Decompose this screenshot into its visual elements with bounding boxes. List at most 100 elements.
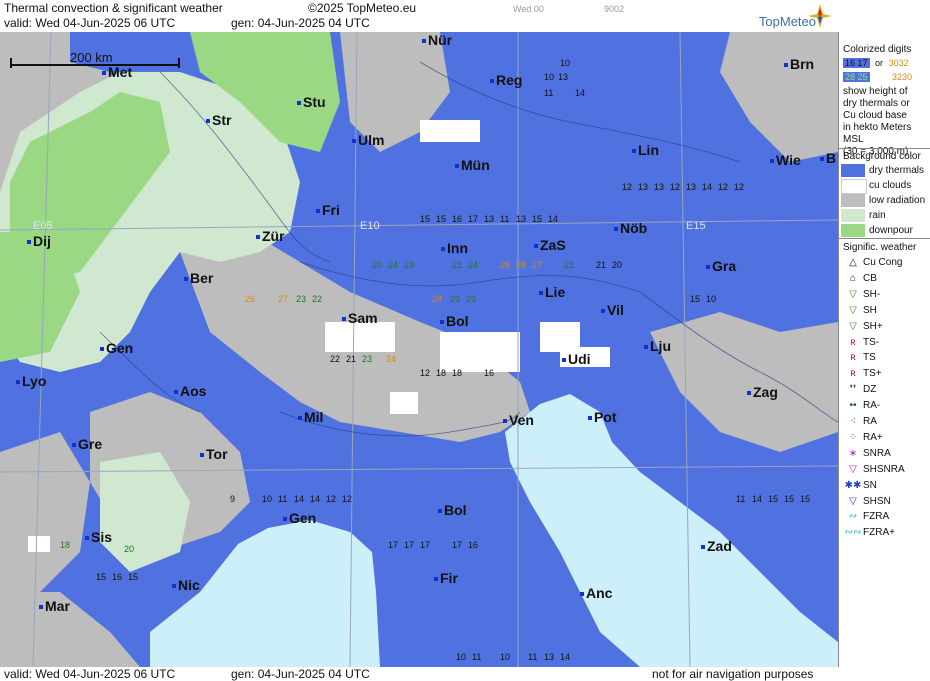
- legend-swatch: [841, 224, 865, 237]
- digit: 17: [452, 540, 463, 550]
- snow-rain-shower-icon: ▽: [849, 463, 857, 475]
- rain-light-icon: ••: [849, 400, 857, 412]
- footer-disclaimer: not for air navigation purposes: [652, 667, 814, 681]
- digit: 24: [386, 354, 397, 364]
- city-label: Gra: [705, 258, 737, 274]
- city-label: Aos: [173, 383, 207, 399]
- digit: 17: [388, 540, 399, 550]
- digit: 13: [544, 652, 555, 662]
- legend-sig-row: ∾∾ FZRA+: [843, 525, 895, 540]
- digit: 20: [124, 544, 135, 554]
- legend-sig-label: CB: [863, 272, 877, 284]
- legend-sig-row: ✱✱ SN: [843, 478, 877, 493]
- legend-sig-row: •• RA-: [843, 398, 880, 413]
- freezing-rain-heavy-icon: ∾∾: [844, 527, 862, 539]
- city-label: B: [819, 150, 837, 166]
- legend-panel: Colorized digits 16 17 or 3032 28 25 323…: [838, 32, 930, 667]
- logo-text: TopMeteo: [758, 14, 816, 29]
- legend-swatch: [841, 209, 865, 222]
- city-label: Wie: [770, 152, 801, 168]
- digit: 14: [560, 652, 571, 662]
- footer-valid: valid: Wed 04-Jun-2025 06 UTC: [4, 667, 176, 681]
- legend-sig-label: FZRA+: [863, 527, 895, 539]
- legend-sig-label: SH+: [863, 320, 883, 332]
- legend-swatch: [841, 194, 865, 207]
- digit: 14: [752, 494, 763, 504]
- city-label: Brn: [783, 56, 815, 72]
- legend-sig-label: TS+: [863, 368, 882, 380]
- digit: 16: [484, 368, 495, 378]
- digit: 21: [596, 260, 607, 270]
- digit: 15: [768, 494, 779, 504]
- city-label: Vil: [601, 302, 624, 318]
- city-label: Met: [101, 64, 133, 80]
- legend-sig-label: TS: [863, 352, 876, 364]
- city-label: Str: [205, 112, 232, 128]
- digit: 22: [330, 354, 341, 364]
- shower-icon: ▽: [849, 304, 857, 316]
- legend-bg-label: low radiation: [869, 195, 926, 206]
- thunder-icon: ʀ: [850, 352, 856, 364]
- city-label: Gen: [282, 510, 317, 526]
- digit: 16: [468, 540, 479, 550]
- legend-sig-label: SN: [863, 479, 877, 491]
- legend-swatch: [841, 164, 865, 177]
- legend-bg-label: cu clouds: [869, 180, 912, 191]
- digit: 15: [532, 214, 543, 224]
- legend-sig-label: SNRA: [863, 447, 891, 459]
- legend-example-c: 28 25: [843, 72, 870, 82]
- legend-colorized-title: Colorized digits: [843, 44, 912, 55]
- digit: 21: [564, 260, 575, 270]
- drizzle-icon: ❜❜: [849, 384, 857, 396]
- valid-time: valid: Wed 04-Jun-2025 06 UTC: [4, 16, 176, 30]
- freezing-rain-icon: ∾: [848, 511, 858, 523]
- digit: 13: [516, 214, 527, 224]
- legend-bg-title: Background color: [843, 151, 921, 162]
- digit: 20: [372, 260, 383, 270]
- city-label: Pot: [588, 409, 617, 425]
- digit: 12: [670, 182, 681, 192]
- scale-label: 200 km: [70, 50, 113, 65]
- legend-sig-label: Cu Cong: [863, 257, 903, 268]
- digit: 10: [262, 494, 273, 504]
- snow-shower-icon: ▽: [849, 495, 857, 507]
- digit: 12: [420, 368, 431, 378]
- digit: 10: [560, 58, 571, 68]
- digit: 15: [784, 494, 795, 504]
- header: Thermal convection & significant weather…: [0, 0, 838, 32]
- city-label: Mar: [39, 598, 70, 614]
- legend-sig-row: ▽ SH: [843, 303, 877, 318]
- city-label: Mün: [455, 157, 490, 173]
- thunder-heavy-icon: ʀ: [850, 368, 856, 380]
- legend-sig-row: ʀ TS: [843, 350, 876, 365]
- footer: valid: Wed 04-Jun-2025 06 UTC gen: 04-Ju…: [0, 667, 930, 681]
- thunder-light-icon: ʀ: [850, 336, 856, 348]
- city-label: Zür: [256, 228, 285, 244]
- legend-sig-row: ⌂ CB: [843, 271, 877, 286]
- digit: 11: [736, 494, 746, 504]
- digit: 12: [734, 182, 745, 192]
- legend-example-row-2: 28 25 3230: [843, 70, 912, 85]
- digit: 23: [450, 294, 461, 304]
- city-label: Fir: [434, 570, 458, 586]
- city-label: Mil: [297, 409, 324, 425]
- legend-bg-label: rain: [869, 210, 886, 221]
- legend-sig-row: ∗ SNRA: [843, 446, 891, 461]
- digit: 14: [310, 494, 321, 504]
- city-label: Ven: [503, 412, 534, 428]
- legend-sig-label: TS-: [863, 336, 880, 348]
- digit: 10: [544, 72, 555, 82]
- city-label: Dij: [27, 233, 51, 249]
- legend-sig-row: △ Cu Cong: [843, 255, 902, 270]
- city-label: Zag: [747, 384, 778, 400]
- legend-or: or: [875, 58, 884, 68]
- legend-sig-row: ❜❜ DZ: [843, 382, 877, 397]
- digit: 13: [686, 182, 697, 192]
- legend-sig-label: DZ: [863, 384, 877, 396]
- city-label: ZaS: [534, 237, 566, 253]
- city-label: Nöb: [613, 220, 648, 236]
- grid-label-e15: E15: [686, 220, 706, 232]
- digit: 15: [436, 214, 447, 224]
- city-label: Tor: [200, 446, 228, 462]
- city-label: Gen: [99, 340, 134, 356]
